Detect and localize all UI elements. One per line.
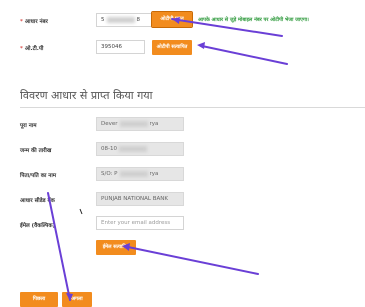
arrow-to-verify-otp — [201, 45, 288, 65]
send-otp-button[interactable]: ओटीपी प्राप्त — [151, 11, 193, 28]
arrow-to-next-button — [47, 192, 71, 301]
full-name-field: Dever rya — [96, 117, 184, 131]
previous-button[interactable]: पिछला — [20, 292, 58, 307]
aadhaar-number-field[interactable]: 58 — [96, 13, 152, 27]
dob-field: 08-10 — [96, 142, 184, 156]
aadhaar-number-label: * आधार नंबर — [20, 19, 48, 25]
email-label: ईमेल (वैकल्पिक) — [20, 223, 56, 229]
otp-info-message: आपके आधार से जुड़े मोबाइल नंबर पर ओटीपी … — [198, 17, 309, 23]
verify-email-button[interactable]: ईमेल सत्यापित — [96, 240, 136, 255]
masked-value — [106, 16, 135, 23]
seeded-bank-label: आधार सीडेड बैंक — [20, 198, 55, 204]
otp-input[interactable]: 395046 — [96, 40, 145, 54]
required-marker: * — [20, 46, 23, 52]
arrow-head — [197, 42, 205, 49]
verify-otp-button[interactable]: ओटीपी सत्यापित — [152, 40, 192, 55]
required-marker: * — [20, 19, 23, 25]
father-name-label: पिता/पति का नाम — [20, 173, 57, 179]
father-name-field: S/O: Prya — [96, 167, 184, 181]
seeded-bank-field: PUNJAB NATIONAL BANK — [96, 192, 184, 206]
masked-value — [118, 145, 147, 152]
divider — [20, 107, 365, 108]
dob-label: जन्म की तारीख — [20, 148, 52, 154]
cursor-mark — [79, 208, 83, 215]
masked-value — [119, 120, 148, 127]
masked-value — [119, 170, 148, 177]
next-button[interactable]: अगला — [62, 292, 92, 307]
full-name-label: पूरा नाम — [20, 123, 37, 129]
otp-label: * ओ.टी.पी — [20, 46, 44, 52]
section-title: विवरण आधार से प्राप्त किया गया — [20, 89, 153, 102]
arrow-to-verify-email — [127, 246, 259, 275]
email-input[interactable]: Enter your email address — [96, 216, 184, 230]
